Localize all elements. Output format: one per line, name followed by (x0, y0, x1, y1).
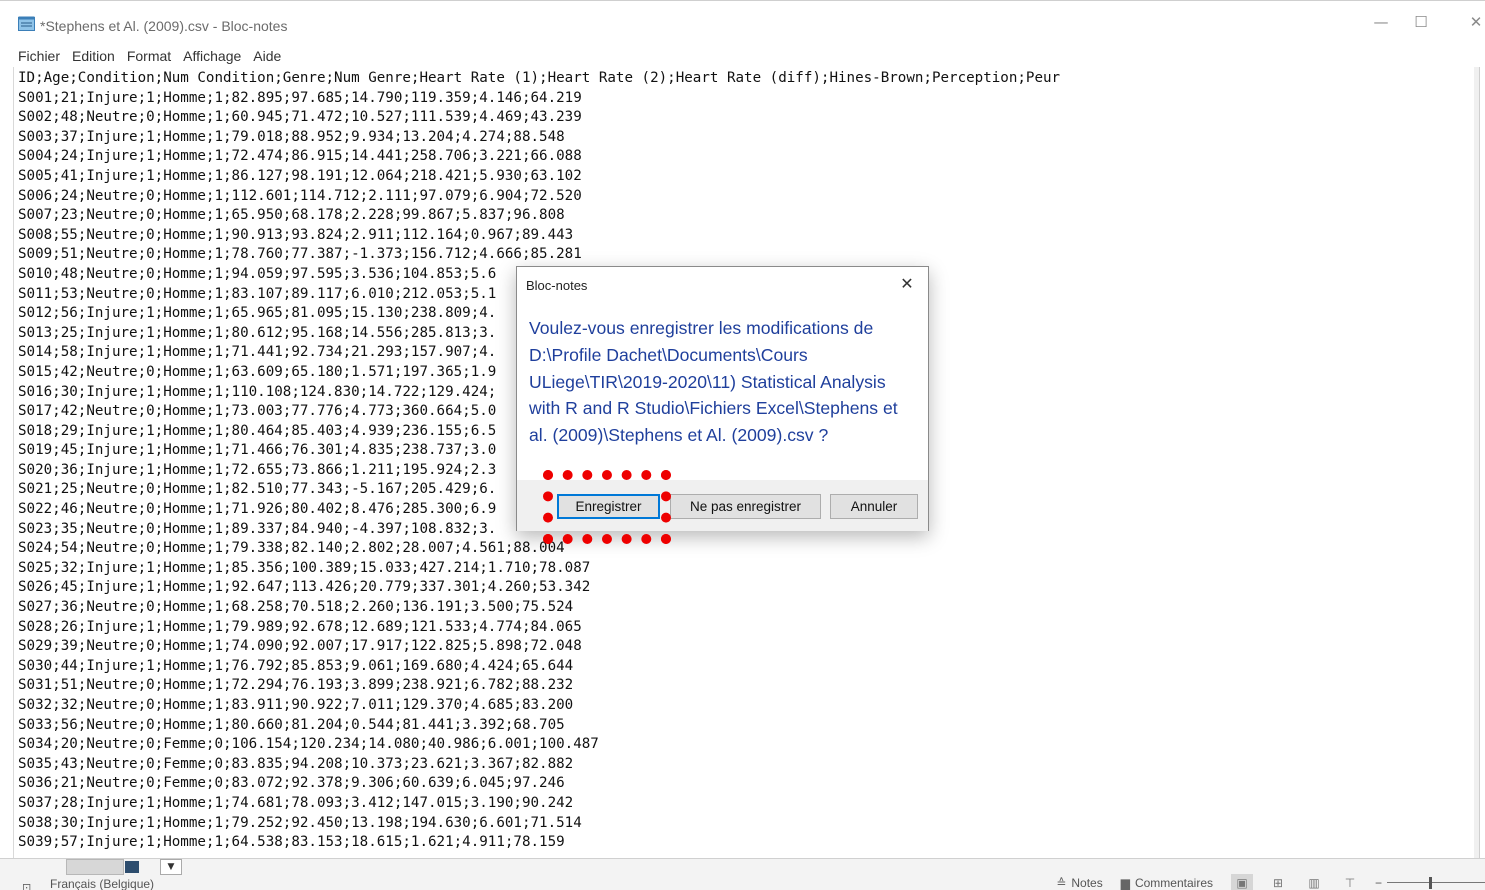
text-line: S034;20;Neutre;0;Femme;0;106.154;120.234… (18, 736, 599, 753)
dialog-message: Voulez-vous enregistrer les modification… (529, 318, 898, 446)
language-indicator[interactable]: Français (Belgique) (50, 877, 154, 890)
text-line: S037;28;Injure;1;Homme;1;74.681;78.093;3… (18, 794, 574, 811)
dont-save-button[interactable]: Ne pas enregistrer (670, 494, 821, 519)
title-bar[interactable]: *Stephens et Al. (2009).csv - Bloc-notes… (0, 1, 1485, 43)
menu-fichier[interactable]: Fichier (18, 45, 60, 67)
window-title: *Stephens et Al. (2009).csv - Bloc-notes (40, 18, 288, 34)
text-line: S002;48;Neutre;0;Homme;1;60.945;71.472;1… (18, 109, 582, 126)
slideshow-icon[interactable]: ⊤ (1339, 874, 1361, 890)
text-line: S030;44;Injure;1;Homme;1;76.792;85.853;9… (18, 657, 574, 674)
notes-label: Notes (1071, 876, 1103, 890)
dialog-title: Bloc-notes (526, 278, 588, 293)
text-line: S003;37;Injure;1;Homme;1;79.018;88.952;9… (18, 128, 565, 145)
zoom-knob[interactable] (1429, 877, 1432, 889)
notepad-icon (18, 16, 35, 31)
text-line: S031;51;Neutre;0;Homme;1;72.294;76.193;3… (18, 677, 574, 694)
text-line: S033;56;Neutre;0;Homme;1;80.660;81.204;0… (18, 716, 565, 733)
thumbnail-preview[interactable] (66, 859, 124, 875)
reading-view-icon[interactable]: ▥ (1303, 874, 1325, 890)
text-line: S027;36;Neutre;0;Homme;1;68.258;70.518;2… (18, 599, 574, 616)
slide-sorter-icon[interactable]: ⊞ (1267, 874, 1289, 890)
text-line: S025;32;Injure;1;Homme;1;85.356;100.389;… (18, 559, 591, 576)
text-line: S008;55;Neutre;0;Homme;1;90.913;93.824;2… (18, 226, 574, 243)
menu-edition[interactable]: Edition (72, 45, 115, 67)
text-line: S005;41;Injure;1;Homme;1;86.127;98.191;1… (18, 167, 582, 184)
text-line: S026;45;Injure;1;Homme;1;92.647;113.426;… (18, 579, 591, 596)
comments-button[interactable]: ▆ Commentaires (1121, 876, 1213, 890)
text-line: S024;54;Neutre;0;Homme;1;79.338;82.140;2… (18, 540, 565, 557)
text-line: ID;Age;Condition;Num Condition;Genre;Num… (18, 70, 1061, 86)
thumbnail-bar (125, 861, 139, 873)
text-line: S007;23;Neutre;0;Homme;1;65.950;68.178;2… (18, 207, 565, 224)
text-line: S035;43;Neutre;0;Femme;0;83.835;94.208;1… (18, 755, 574, 772)
zoom-out-icon[interactable]: − (1375, 874, 1382, 890)
maximize-button[interactable]: ☐ (1395, 1, 1447, 43)
comments-label: Commentaires (1134, 876, 1213, 890)
status-bar: ▼ ⊡ Français (Belgique) ≙ Notes ▆ Commen… (0, 858, 1485, 890)
text-line: S039;57;Injure;1;Homme;1;64.538;83.153;1… (18, 834, 565, 851)
text-line: S009;51;Neutre;0;Homme;1;78.760;77.387;-… (18, 246, 582, 263)
red-dotted-highlight (543, 470, 671, 544)
accessibility-icon: ⊡ (22, 881, 32, 890)
text-line: S028;26;Injure;1;Homme;1;79.989;92.678;1… (18, 618, 582, 635)
text-line: S032;32;Neutre;0;Homme;1;83.911;90.922;7… (18, 697, 574, 713)
text-line: S038;30;Injure;1;Homme;1;79.252;92.450;1… (18, 814, 582, 831)
text-line: S029;39;Neutre;0;Homme;1;74.090;92.007;1… (18, 638, 582, 655)
menu-aide[interactable]: Aide (253, 45, 281, 67)
menu-format[interactable]: Format (127, 45, 171, 67)
vertical-scrollbar[interactable] (1474, 67, 1479, 859)
text-line: S004;24;Injure;1;Homme;1;72.474;86.915;1… (18, 148, 582, 165)
menu-bar: Fichier Edition Format Affichage Aide (0, 45, 1485, 67)
close-window-button[interactable]: ✕ (1450, 1, 1485, 43)
text-line: S001;21;Injure;1;Homme;1;82.895;97.685;1… (18, 89, 582, 106)
notes-icon: ≙ (1056, 876, 1067, 890)
cancel-button[interactable]: Annuler (830, 494, 918, 519)
zoom-track (1387, 882, 1485, 883)
notes-button[interactable]: ≙ Notes (1056, 876, 1102, 890)
dialog-close-icon[interactable]: ✕ (896, 273, 918, 295)
zoom-slider[interactable]: − (1375, 874, 1485, 890)
comments-icon: ▆ (1120, 876, 1130, 890)
menu-affichage[interactable]: Affichage (183, 45, 241, 67)
text-line: S006;24;Neutre;0;Homme;1;112.601;114.712… (18, 187, 582, 204)
text-line: S036;21;Neutre;0;Femme;0;83.072;92.378;9… (18, 775, 565, 792)
status-bar-right: ≙ Notes ▆ Commentaires ▣ ⊞ ▥ ⊤ − (1056, 874, 1485, 890)
normal-view-icon[interactable]: ▣ (1231, 874, 1253, 890)
dropdown-button[interactable]: ▼ (160, 859, 182, 875)
